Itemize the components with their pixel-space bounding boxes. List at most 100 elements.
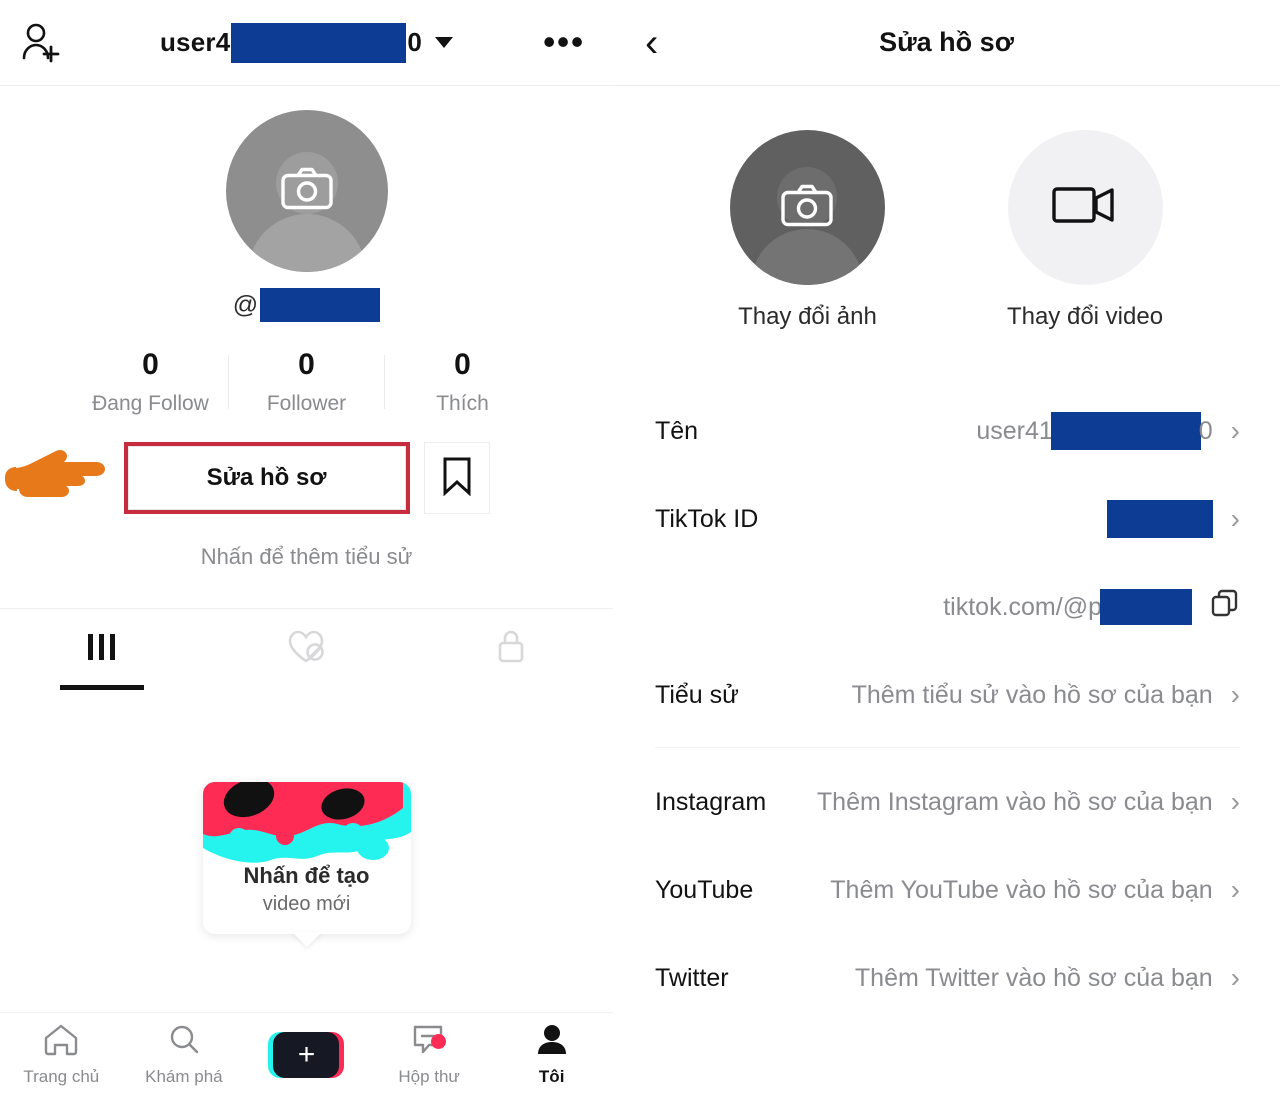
stat-value: 0 (142, 348, 159, 381)
form-row-youtube[interactable]: YouTube Thêm YouTube vào hồ sơ của bạn › (655, 846, 1240, 934)
change-video-item[interactable]: Thay đổi video (1007, 130, 1163, 331)
stat-value: 0 (298, 348, 315, 381)
nav-label: Khám phá (145, 1067, 223, 1086)
more-options-icon[interactable]: ••• (543, 25, 585, 59)
row-label: Tiểu sử (655, 680, 739, 709)
form-row-tiktok-id[interactable]: TikTok ID › (655, 475, 1240, 563)
pointing-hand-icon (4, 448, 122, 520)
form-row-profile-url[interactable]: tiktok.com/@p (655, 563, 1240, 651)
row-value: Thêm tiểu sử vào hồ sơ của bạn › (739, 679, 1240, 711)
edit-profile-header: ‹ Sửa hồ sơ (613, 0, 1280, 86)
avatar[interactable] (225, 110, 388, 272)
stat-following[interactable]: 0 Đang Follow (73, 348, 228, 416)
row-value: Thêm YouTube vào hồ sơ của bạn › (753, 874, 1240, 906)
profile-video-preview[interactable] (1007, 130, 1163, 285)
form-row-instagram[interactable]: Instagram Thêm Instagram vào hồ sơ của b… (655, 758, 1240, 846)
chevron-right-icon: › (1230, 962, 1240, 993)
create-plus-glyph: + (273, 1031, 340, 1078)
redaction-block-username (231, 22, 407, 63)
nav-label: Tôi (538, 1067, 565, 1086)
edit-profile-form: Tên user41 0 › TikTok ID › tiktok.com/@p… (613, 387, 1280, 1022)
chevron-right-icon: › (1230, 874, 1240, 905)
lock-private-icon (494, 627, 528, 672)
row-label: TikTok ID (655, 504, 759, 533)
stat-value: 0 (454, 348, 471, 381)
home-icon (42, 1022, 80, 1061)
redaction-block-profile-url (1100, 589, 1192, 625)
bio-hint[interactable]: Nhấn để thêm tiểu sử (0, 544, 613, 570)
nav-item-home[interactable]: Trang chủ (0, 1022, 123, 1087)
chevron-right-icon: › (1230, 415, 1240, 446)
nav-item-profile[interactable]: Tôi (490, 1022, 613, 1087)
redaction-block-name (1050, 412, 1201, 450)
create-video-card[interactable]: Nhấn để tạo video mới (202, 782, 411, 947)
row-label: Twitter (655, 963, 729, 992)
person-add-icon[interactable] (18, 20, 64, 66)
bottom-navigation: Trang chủ Khám phá + Hộp thư Tôi (0, 1012, 613, 1096)
profile-photo-preview[interactable] (729, 130, 885, 285)
nav-item-discover[interactable]: Khám phá (123, 1022, 246, 1087)
row-value: user41 0 › (698, 412, 1240, 450)
stat-label: Đang Follow (92, 392, 209, 415)
row-label: Instagram (655, 787, 767, 816)
page-title[interactable]: user4 0 (0, 22, 613, 63)
username-prefix: user4 (159, 27, 231, 57)
youtube-placeholder: Thêm YouTube vào hồ sơ của bạn (830, 875, 1213, 904)
create-card-body: Nhấn để tạo video mới (202, 782, 411, 934)
chevron-down-icon[interactable] (435, 37, 454, 48)
bio-placeholder: Thêm tiểu sử vào hồ sơ của bạn (851, 680, 1213, 709)
edit-profile-title: Sửa hồ sơ (879, 27, 1014, 57)
stat-likes[interactable]: 0 Thích (385, 348, 540, 416)
tab-liked[interactable] (204, 609, 408, 690)
camera-icon (280, 166, 334, 217)
bookmark-button[interactable] (423, 442, 490, 514)
avatar-body-shape (751, 229, 864, 285)
name-suffix: 0 (1198, 416, 1213, 445)
change-photo-label: Thay đổi ảnh (738, 303, 877, 330)
tab-posts[interactable] (0, 609, 204, 690)
create-card-text: Nhấn để tạo video mới (203, 863, 411, 916)
nav-item-inbox[interactable]: Hộp thư (368, 1022, 491, 1087)
bookmark-icon (440, 456, 474, 501)
profile-screen: user4 0 ••• @ 0 Đang Follow 0 Follower 0… (0, 0, 613, 1096)
form-row-name[interactable]: Tên user41 0 › (655, 387, 1240, 475)
media-change-row: Thay đổi ảnh Thay đổi video (613, 130, 1280, 331)
camera-icon (780, 182, 834, 233)
edit-profile-highlight: Sửa hồ sơ (123, 442, 410, 514)
back-chevron-icon[interactable]: ‹ (645, 23, 658, 63)
username-suffix: 0 (407, 27, 423, 57)
change-video-label: Thay đổi video (1006, 303, 1164, 330)
change-photo-item[interactable]: Thay đổi ảnh (729, 130, 885, 331)
profile-actions: Sửa hồ sơ (0, 442, 613, 514)
profile-url-text: tiktok.com/@p (943, 592, 1102, 621)
twitter-placeholder: Thêm Twitter vào hồ sơ của bạn (854, 963, 1213, 992)
screenshot-root: user4 0 ••• @ 0 Đang Follow 0 Follower 0… (0, 0, 1280, 1096)
at-symbol: @ (232, 290, 259, 319)
search-icon (165, 1022, 203, 1061)
grid-posts-icon (82, 630, 122, 669)
create-card-line2: video mới (262, 893, 351, 915)
stat-label: Thích (436, 392, 489, 415)
tab-private[interactable] (409, 609, 613, 690)
row-value: tiktok.com/@p (655, 589, 1240, 626)
chevron-right-icon: › (1230, 679, 1240, 710)
nav-label: Hộp thư (398, 1067, 460, 1086)
row-label: Tên (655, 416, 699, 445)
form-row-twitter[interactable]: Twitter Thêm Twitter vào hồ sơ của bạn › (655, 934, 1240, 1022)
handle: @ (0, 288, 613, 322)
edit-profile-button[interactable]: Sửa hồ sơ (127, 446, 406, 510)
avatar-body-shape (247, 214, 366, 272)
stats-row: 0 Đang Follow 0 Follower 0 Thích (0, 348, 613, 416)
stat-followers[interactable]: 0 Follower (229, 348, 384, 416)
create-card-line1: Nhấn để tạo (243, 863, 370, 888)
copy-icon[interactable] (1210, 589, 1240, 626)
profile-header: user4 0 ••• (0, 0, 613, 86)
stat-label: Follower (266, 392, 347, 415)
section-divider (655, 747, 1240, 748)
row-label: YouTube (655, 875, 754, 904)
nav-item-create[interactable]: + (245, 1031, 368, 1078)
edit-profile-label: Sửa hồ sơ (206, 464, 327, 491)
form-row-bio[interactable]: Tiểu sử Thêm tiểu sử vào hồ sơ của bạn › (655, 651, 1240, 739)
plus-create-icon[interactable]: + (268, 1031, 345, 1078)
create-video-card-wrap: Nhấn để tạo video mới (0, 782, 613, 947)
